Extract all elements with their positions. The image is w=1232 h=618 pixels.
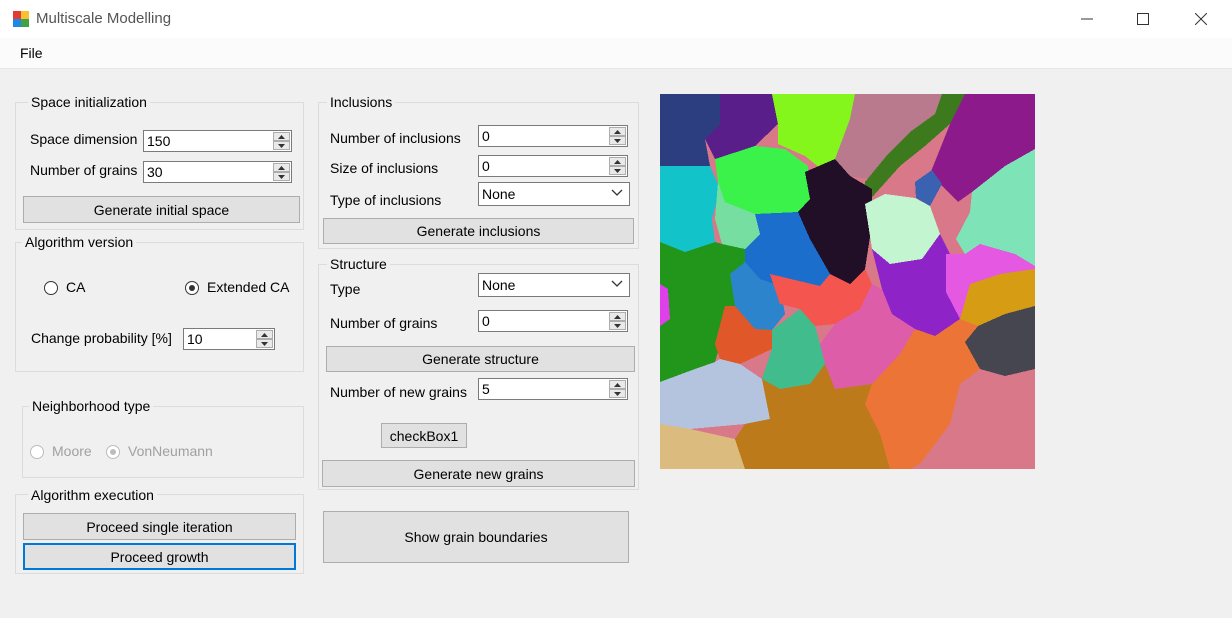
spin-up-icon[interactable] — [609, 127, 626, 136]
close-icon — [1195, 13, 1207, 25]
algorithm-execution-title: Algorithm execution — [28, 487, 157, 503]
inclusions-title: Inclusions — [327, 94, 396, 110]
generate-structure-button[interactable]: Generate structure — [326, 346, 635, 372]
radio-moore[interactable] — [30, 445, 44, 459]
space-dimension-value: 150 — [147, 133, 171, 149]
app-icon — [13, 11, 29, 27]
grains-count-value: 30 — [147, 164, 163, 180]
structure-title: Structure — [327, 256, 390, 272]
show-grain-boundaries-button[interactable]: Show grain boundaries — [323, 511, 629, 563]
minimize-button[interactable] — [1058, 0, 1116, 38]
proceed-single-iteration-button[interactable]: Proceed single iteration — [23, 513, 296, 540]
new-grains-input[interactable]: 5 — [478, 378, 628, 400]
grain-canvas — [660, 94, 1035, 469]
minimize-icon — [1081, 18, 1093, 20]
inclusions-size-label: Size of inclusions — [330, 160, 439, 176]
algorithm-version-group — [15, 242, 304, 372]
spin-down-icon[interactable] — [273, 141, 290, 150]
spin-down-icon[interactable] — [273, 172, 290, 181]
chevron-down-icon — [611, 189, 623, 196]
structure-grains-label: Number of grains — [330, 315, 438, 331]
radio-ca-label[interactable]: CA — [66, 279, 85, 295]
spin-down-icon[interactable] — [609, 166, 626, 175]
generate-initial-space-button[interactable]: Generate initial space — [23, 196, 300, 223]
neighborhood-title: Neighborhood type — [29, 398, 154, 414]
inclusions-type-value: None — [482, 186, 516, 202]
inclusions-size-value: 0 — [482, 158, 490, 174]
radio-ca[interactable] — [44, 281, 58, 295]
inclusions-type-label: Type of inclusions — [330, 192, 442, 208]
change-probability-input[interactable]: 10 — [183, 328, 275, 350]
structure-type-select[interactable]: None — [478, 273, 630, 297]
spin-down-icon[interactable] — [609, 389, 626, 398]
inclusions-type-select[interactable]: None — [478, 182, 630, 206]
structure-type-value: None — [482, 277, 516, 293]
proceed-growth-button[interactable]: Proceed growth — [23, 543, 296, 570]
spin-up-icon[interactable] — [256, 330, 273, 339]
generate-new-grains-button[interactable]: Generate new grains — [322, 460, 635, 487]
maximize-icon — [1137, 13, 1149, 25]
structure-grains-value: 0 — [482, 313, 490, 329]
spin-down-icon[interactable] — [256, 339, 273, 348]
spin-up-icon[interactable] — [273, 132, 290, 141]
change-probability-label: Change probability [%] — [31, 330, 172, 346]
new-grains-label: Number of new grains — [330, 384, 467, 400]
radio-extended-ca[interactable] — [185, 281, 199, 295]
spin-down-icon[interactable] — [609, 321, 626, 330]
close-button[interactable] — [1172, 0, 1230, 38]
space-dimension-label: Space dimension — [30, 131, 138, 147]
menu-bar — [0, 38, 1232, 69]
spin-down-icon[interactable] — [609, 136, 626, 145]
chevron-down-icon — [611, 280, 623, 287]
generate-inclusions-button[interactable]: Generate inclusions — [323, 218, 634, 244]
algorithm-version-title: Algorithm version — [22, 234, 137, 250]
spin-up-icon[interactable] — [609, 157, 626, 166]
change-probability-value: 10 — [187, 331, 203, 347]
grains-count-input[interactable]: 30 — [143, 161, 292, 183]
inclusions-number-input[interactable]: 0 — [478, 125, 628, 147]
space-init-title: Space initialization — [28, 94, 150, 110]
structure-type-label: Type — [330, 281, 361, 297]
radio-vonneumann[interactable] — [106, 445, 120, 459]
inclusions-number-label: Number of inclusions — [330, 130, 461, 146]
new-grains-value: 5 — [482, 381, 490, 397]
radio-extended-ca-label[interactable]: Extended CA — [207, 279, 290, 295]
menu-file[interactable]: File — [20, 45, 43, 61]
radio-moore-label[interactable]: Moore — [52, 443, 92, 459]
spin-up-icon[interactable] — [609, 380, 626, 389]
radio-vonneumann-label[interactable]: VonNeumann — [128, 443, 213, 459]
window-title: Multiscale Modelling — [36, 10, 172, 27]
inclusions-number-value: 0 — [482, 128, 490, 144]
spin-up-icon[interactable] — [273, 163, 290, 172]
structure-group — [318, 264, 639, 490]
checkbox1-button[interactable]: checkBox1 — [381, 423, 467, 448]
space-dimension-input[interactable]: 150 — [143, 130, 292, 152]
neighborhood-group — [22, 406, 304, 478]
structure-grains-input[interactable]: 0 — [478, 310, 628, 332]
maximize-button[interactable] — [1114, 0, 1172, 38]
title-bar — [0, 0, 1232, 38]
spin-up-icon[interactable] — [609, 312, 626, 321]
inclusions-size-input[interactable]: 0 — [478, 155, 628, 177]
grains-count-label: Number of grains — [30, 162, 138, 178]
